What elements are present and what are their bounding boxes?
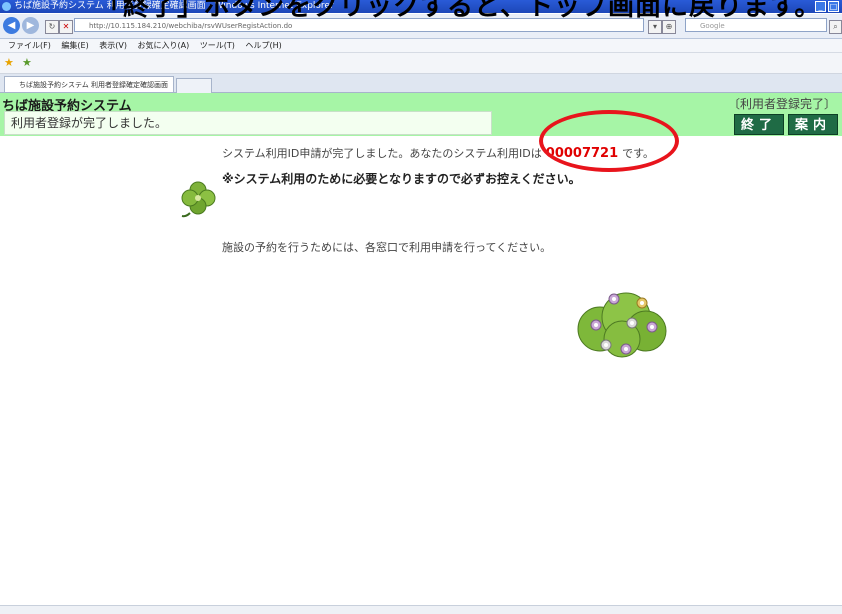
- menu-view[interactable]: 表示(V): [99, 41, 127, 50]
- search-icon[interactable]: ⌕: [829, 20, 842, 34]
- status-message: 利用者登録が完了しました。: [4, 111, 492, 135]
- menu-help[interactable]: ヘルプ(H): [245, 41, 281, 50]
- menu-edit[interactable]: 編集(E): [61, 41, 88, 50]
- new-tab-button[interactable]: [176, 78, 212, 93]
- application-note: 施設の予約を行うためには、各窓口で利用申請を行ってください。: [222, 241, 552, 254]
- keep-note: ※システム利用のために必要となりますので必ずお控えください。: [222, 172, 581, 186]
- app-header: ちば施設予約システム 〔利用者登録完了〕 利用者登録が完了しました。 終了 案内: [0, 93, 842, 136]
- menu-bar: ファイル(F) 編集(E) 表示(V) お気に入り(A) ツール(T) ヘルプ(…: [0, 39, 842, 53]
- instruction-heading-text: 「終了」ボタンをクリックすると、トップ画面に戻ります。: [96, 0, 822, 22]
- flower-bush-icon: [577, 292, 667, 358]
- clover-icon: [181, 181, 216, 218]
- status-bar: [0, 605, 842, 614]
- menu-favorites[interactable]: お気に入り(A): [138, 41, 190, 50]
- page-content: ちば施設予約システム 〔利用者登録完了〕 利用者登録が完了しました。 終了 案内…: [0, 93, 842, 614]
- dropdown-icon[interactable]: ▾: [648, 20, 662, 34]
- annotation-circle: [539, 110, 679, 172]
- guide-button[interactable]: 案内: [788, 114, 838, 135]
- refresh-icon[interactable]: ↻: [45, 20, 59, 34]
- tab-current[interactable]: ちば施設予約システム 利用者登録確定確認画面: [4, 76, 174, 92]
- menu-file[interactable]: ファイル(F): [8, 41, 51, 50]
- tab-bar: ちば施設予約システム 利用者登録確定確認画面: [0, 74, 842, 93]
- exit-button[interactable]: 終了: [734, 114, 784, 135]
- stop-icon[interactable]: ✕: [59, 20, 73, 34]
- page-label: 〔利用者登録完了〕: [727, 97, 836, 111]
- favorites-star-icon[interactable]: ★: [4, 56, 14, 69]
- favorites-bar: ★ ★: [0, 53, 842, 74]
- instruction-heading: 「終了」ボタンをクリックすると、トップ画面に戻ります。: [0, 0, 842, 22]
- rss-icon[interactable]: ⊕: [662, 20, 676, 34]
- menu-tools[interactable]: ツール(T): [200, 41, 235, 50]
- add-favorite-icon[interactable]: ★: [22, 56, 32, 69]
- id-message-before: システム利用ID申請が完了しました。あなたのシステム利用IDは: [222, 147, 542, 160]
